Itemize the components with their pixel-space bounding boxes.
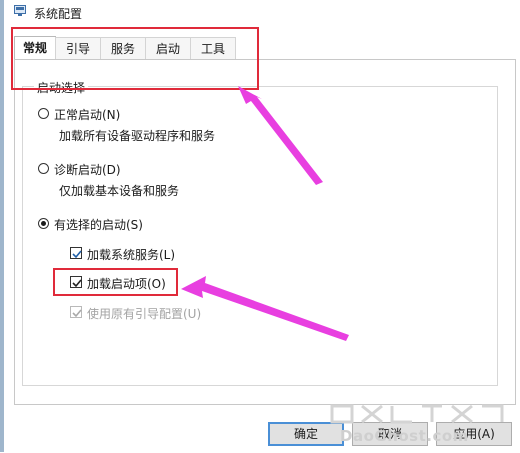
arrow-icon	[181, 276, 349, 341]
annotation-arrows	[181, 86, 349, 341]
watermark-text: DaoGhost.com	[340, 427, 469, 445]
arrow-icon	[238, 86, 323, 185]
